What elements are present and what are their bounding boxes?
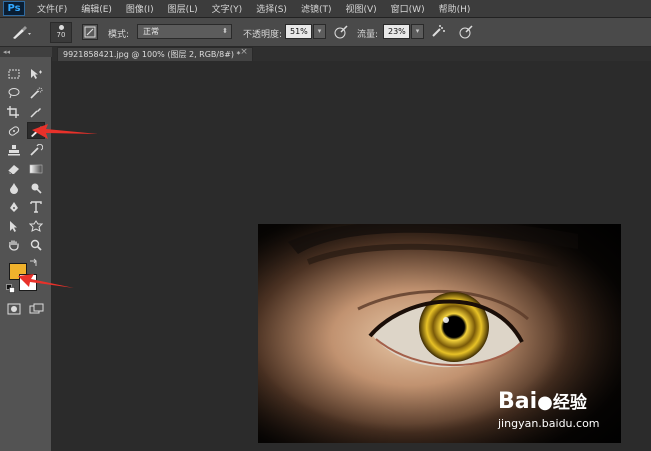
flow-label: 流量: (357, 30, 379, 40)
close-tab-icon[interactable]: × (238, 47, 250, 59)
chevron-down-icon: ⬍ (222, 27, 228, 35)
mode-select[interactable]: 正常 ⬍ (137, 24, 232, 39)
lasso-tool[interactable] (5, 84, 23, 101)
watermark-brand: Bai (498, 389, 538, 414)
blur-drop-icon (10, 182, 18, 194)
menu-image[interactable]: 图像(I) (119, 2, 161, 15)
path-selection-icon (10, 220, 17, 232)
annotation-arrow-brush (32, 124, 98, 139)
screen-mode-button[interactable] (28, 300, 46, 317)
pressure-opacity-button[interactable] (333, 24, 349, 40)
eyedropper-icon (30, 107, 41, 118)
baidu-watermark: Bai●经验 jingyan.baidu.com (498, 388, 600, 430)
hand-tool[interactable] (5, 236, 23, 253)
menu-file[interactable]: 文件(F) (30, 2, 74, 15)
history-brush-icon (30, 143, 43, 156)
quick-selection-icon (30, 87, 43, 99)
default-colors-icon (5, 283, 15, 293)
menu-filter[interactable]: 滤镜(T) (294, 2, 339, 15)
mode-value: 正常 (143, 27, 159, 36)
toolbox (0, 57, 52, 451)
airbrush-button[interactable] (431, 24, 447, 40)
history-brush-tool[interactable] (27, 141, 45, 158)
eyedropper-tool[interactable] (27, 103, 45, 120)
healing-brush-icon (8, 125, 20, 136)
brush-icon (13, 25, 31, 39)
options-bar: 70 模式: 正常 ⬍ 不透明度: 51% ▾ 流量: 23% ▾ (0, 18, 651, 47)
opacity-dropdown[interactable]: ▾ (313, 24, 326, 39)
marquee-tool[interactable] (5, 65, 23, 82)
pen-pressure-icon (334, 25, 348, 39)
document-tab[interactable]: 9921858421.jpg @ 100% (图层 2, RGB/8#) * (57, 47, 253, 61)
eraser-icon (7, 164, 19, 174)
gradient-tool[interactable] (27, 160, 45, 177)
pen-icon (10, 201, 18, 212)
quick-mask-icon (7, 303, 21, 314)
brush-panel-icon (84, 26, 96, 38)
default-colors-button[interactable] (5, 283, 15, 293)
watermark-url: jingyan.baidu.com (498, 417, 600, 430)
paw-icon: ● (537, 392, 553, 413)
mode-label: 模式: (108, 30, 130, 40)
custom-shape-icon (29, 219, 43, 232)
magnifier-icon (30, 239, 42, 251)
eraser-tool[interactable] (5, 160, 23, 177)
dodge-tool[interactable] (27, 179, 45, 196)
brush-panel-toggle[interactable] (82, 24, 98, 40)
menu-view[interactable]: 视图(V) (338, 2, 383, 15)
photoshop-logo: Ps (3, 1, 25, 16)
annotation-arrow-color (18, 274, 74, 288)
crop-tool[interactable] (5, 103, 23, 120)
spot-healing-tool[interactable] (5, 122, 23, 139)
quick-selection-tool[interactable] (27, 84, 45, 101)
brush-size-picker[interactable]: 70 (50, 22, 72, 43)
hand-icon (9, 240, 19, 251)
flow-input[interactable]: 23% (383, 24, 410, 39)
watermark-brand-suffix: 经验 (552, 393, 587, 413)
brush-tip-icon (58, 25, 64, 30)
swap-colors-button[interactable] (28, 257, 40, 267)
gradient-icon (29, 164, 43, 173)
clone-stamp-tool[interactable] (5, 141, 23, 158)
tool-preset-picker[interactable] (10, 24, 40, 41)
flow-dropdown[interactable]: ▾ (411, 24, 424, 39)
pressure-size-button[interactable] (458, 24, 474, 40)
pen-pressure-size-icon (459, 25, 473, 39)
dodge-icon (31, 183, 42, 194)
type-tool[interactable] (27, 198, 45, 215)
menu-layer[interactable]: 图层(L) (161, 2, 205, 15)
path-selection-tool[interactable] (5, 217, 23, 234)
opacity-label: 不透明度: (243, 30, 283, 40)
zoom-tool[interactable] (27, 236, 45, 253)
stamp-icon (8, 144, 20, 155)
toolbox-collapse-handle[interactable]: ◂◂ (0, 47, 52, 57)
opacity-input[interactable]: 51% (285, 24, 312, 39)
airbrush-icon (432, 25, 445, 37)
blur-tool[interactable] (5, 179, 23, 196)
custom-shape-tool[interactable] (27, 217, 45, 234)
menu-bar: Ps 文件(F) 编辑(E) 图像(I) 图层(L) 文字(Y) 选择(S) 滤… (0, 0, 651, 18)
type-icon (30, 200, 42, 213)
marquee-icon (8, 69, 20, 78)
screen-mode-icon (29, 303, 44, 313)
pen-tool[interactable] (5, 198, 23, 215)
move-tool[interactable] (27, 65, 45, 82)
menu-window[interactable]: 窗口(W) (384, 2, 432, 15)
menu-select[interactable]: 选择(S) (249, 2, 294, 15)
menu-edit[interactable]: 编辑(E) (74, 2, 119, 15)
lasso-icon (8, 87, 20, 98)
menu-help[interactable]: 帮助(H) (432, 2, 478, 15)
swap-arrow-icon (30, 258, 37, 266)
quick-mask-button[interactable] (5, 300, 23, 317)
move-icon (31, 68, 42, 79)
menu-type[interactable]: 文字(Y) (205, 2, 250, 15)
brush-size-value: 70 (56, 31, 66, 39)
crop-icon (7, 105, 19, 118)
